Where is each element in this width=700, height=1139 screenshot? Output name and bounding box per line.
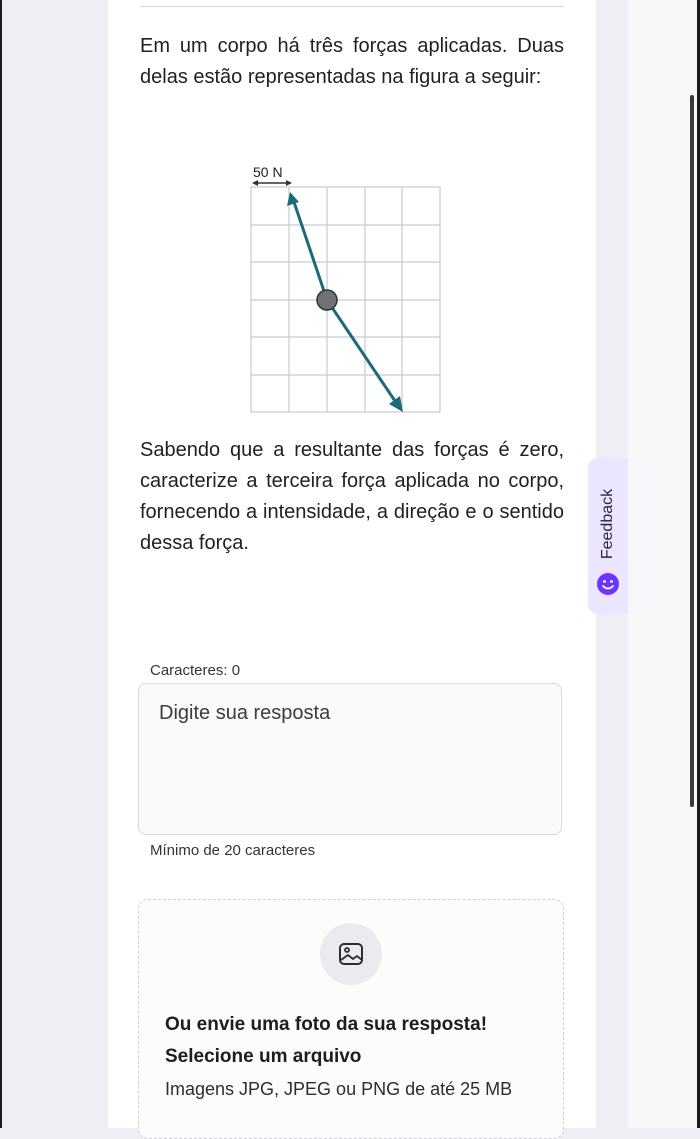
scrollbar[interactable] <box>690 95 694 807</box>
feedback-tab[interactable]: Feedback <box>588 458 628 614</box>
image-icon <box>339 943 363 965</box>
grid <box>250 186 441 413</box>
feedback-label: Feedback <box>599 488 616 560</box>
upload-title: Ou envie uma foto da sua resposta! <box>165 1014 488 1035</box>
character-count: Caracteres: 0 <box>150 662 241 679</box>
divider <box>140 6 564 7</box>
page-gutter <box>628 0 697 1128</box>
question-intro: Em um corpo há três forças aplicadas. Du… <box>140 35 564 88</box>
smiley-icon <box>597 573 619 595</box>
force-vector-up-left <box>287 192 329 301</box>
scale-label: 50 N <box>253 164 283 180</box>
body-point <box>316 289 338 311</box>
window-edge-left <box>0 0 2 1128</box>
scale-arrow <box>252 180 292 186</box>
select-file-link[interactable]: Selecione um arquivo <box>165 1046 361 1068</box>
min-characters-hint: Mínimo de 20 caracteres <box>150 842 316 859</box>
question-body: Sabendo que a resultante das forças é ze… <box>140 439 564 554</box>
answer-textarea[interactable] <box>138 683 562 835</box>
upload-format-hint: Imagens JPG, JPEG ou PNG de até 25 MB <box>165 1079 513 1099</box>
upload-icon-circle <box>320 923 382 985</box>
force-diagram: 50 N <box>246 156 446 416</box>
